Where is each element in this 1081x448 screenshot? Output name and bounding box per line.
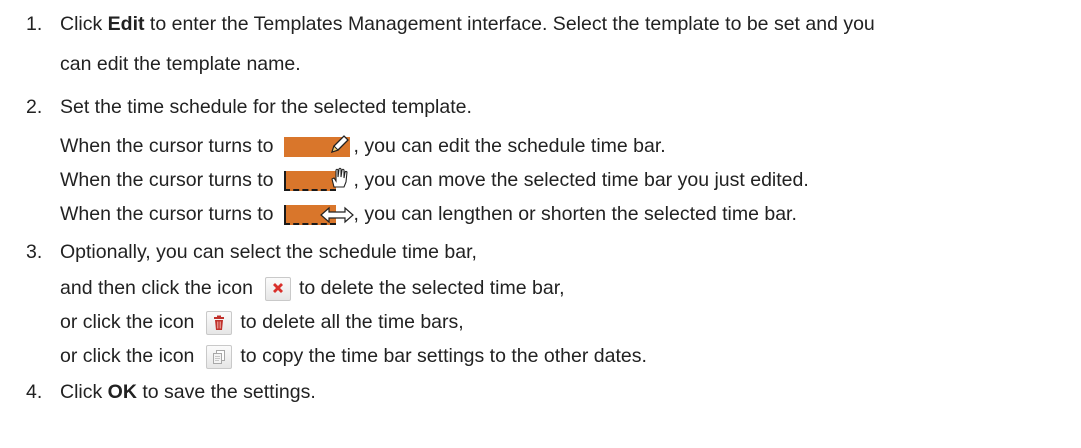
action-hint-pre: or click the icon (60, 311, 195, 333)
cursor-hint: When the cursor turns to , you can length… (60, 198, 797, 230)
action-hint-post: to copy the time bar settings to the oth… (240, 345, 647, 367)
step-text: Optionally, you can select the schedule … (60, 241, 477, 263)
cursor-hint: When the cursor turns to , you can edit t… (60, 130, 666, 162)
action-hint-pre: and then click the icon (60, 277, 253, 299)
pencil-cursor-icon (283, 134, 350, 157)
step-text-continued: can edit the template name. (60, 53, 301, 75)
action-hint-post: to delete all the time bars, (240, 311, 464, 333)
hand-cursor-icon (283, 167, 350, 191)
copy-icon[interactable] (206, 344, 233, 369)
action-hint-pre: or click the icon (60, 345, 195, 367)
delete-x-icon[interactable] (264, 276, 291, 301)
step-text: Click OK to save the settings. (60, 376, 316, 408)
cursor-hint-pre: When the cursor turns to (60, 203, 274, 225)
step-number: 3. (26, 241, 43, 263)
instruction-document: 1. Click Edit to enter the Templates Man… (0, 0, 1081, 448)
cursor-hint-post: , you can move the selected time bar you… (353, 169, 809, 191)
step-text-pre: Click (60, 13, 108, 35)
step-number: 4. (26, 381, 43, 403)
step-text: Set the time schedule for the selected t… (60, 96, 472, 118)
action-hint: or click the icon to delete all the time … (60, 306, 464, 338)
step-text: Click Edit to enter the Templates Manage… (60, 8, 875, 40)
cursor-hint-pre: When the cursor turns to (60, 169, 274, 191)
cursor-hint: When the cursor turns to , you can move t… (60, 164, 809, 196)
step-text-pre: Click (60, 381, 108, 403)
action-hint-post: to delete the selected time bar, (298, 277, 565, 299)
trash-icon[interactable] (206, 310, 233, 335)
step-text-post: to save the settings. (136, 381, 316, 403)
cursor-hint-post: , you can lengthen or shorten the select… (353, 203, 797, 225)
resize-cursor-icon (283, 204, 354, 225)
cursor-hint-pre: When the cursor turns to (60, 135, 274, 157)
step-number: 1. (26, 13, 43, 35)
ok-keyword: OK (107, 381, 137, 403)
action-hint: or click the icon to copy the time bar se… (60, 340, 647, 372)
step-text-post: to enter the Templates Management interf… (144, 13, 875, 35)
step-number: 2. (26, 96, 43, 118)
edit-keyword: Edit (107, 13, 145, 35)
cursor-hint-post: , you can edit the schedule time bar. (353, 135, 666, 157)
action-hint: and then click the icon to delete the sel… (60, 272, 565, 304)
